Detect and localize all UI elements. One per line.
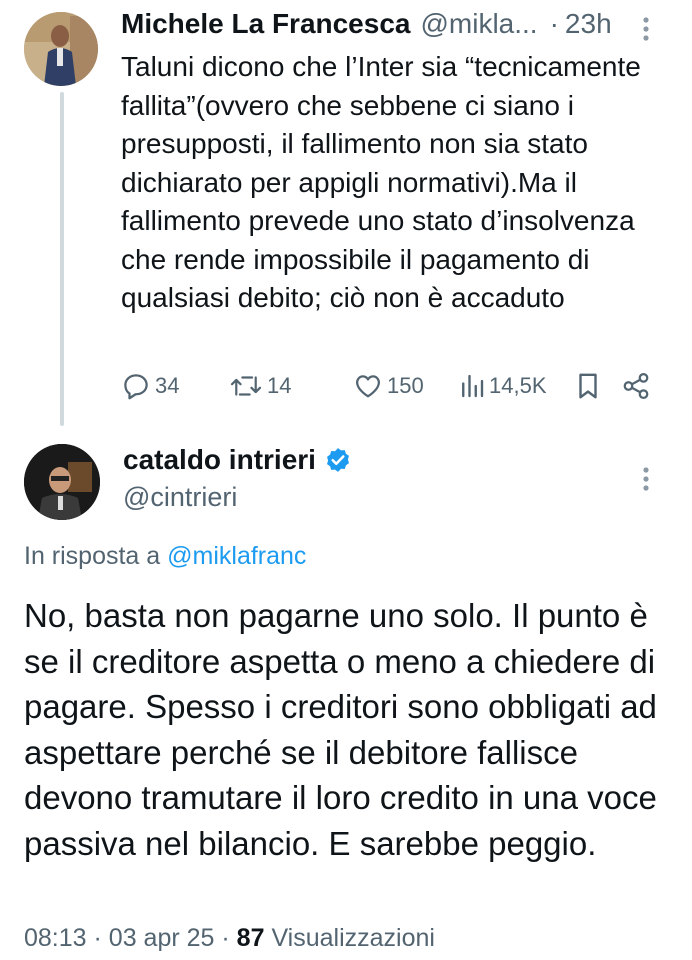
author-name[interactable]: cataldo intrieri [123,444,316,476]
parent-tweet[interactable]: Michele La Francesca @mikla... · 23h Tal… [0,0,692,430]
parent-header: Michele La Francesca @mikla... · 23h [121,8,656,48]
share-icon [623,373,649,399]
views-button[interactable]: 14,5K [459,368,547,404]
views-count: 87 [236,924,265,952]
avatar-image [24,444,100,520]
tweet-date[interactable]: 03 apr 25 [109,924,215,952]
like-button[interactable]: 150 [353,368,424,404]
avatar-michele[interactable] [24,12,98,86]
action-bar: 34 14 150 14,5K [121,368,661,404]
tweet-meta: 08:13 · 03 apr 25 · 87 Visualizzazioni [24,924,435,953]
verified-badge-icon [324,446,352,474]
separator-dot: · [221,924,230,952]
retweet-button[interactable]: 14 [229,368,291,404]
views-label: Visualizzazioni [271,924,435,952]
thread-line [60,92,64,426]
avatar-image [24,12,98,86]
reply-to-line: In risposta a @miklafranc [24,542,306,571]
separator-dot: · [93,924,102,952]
author-handle[interactable]: @mikla... [420,8,537,40]
bookmark-icon [579,373,597,399]
reply-icon [124,374,148,400]
reply-button[interactable]: 34 [121,368,179,404]
author-name[interactable]: Michele La Francesca [121,8,410,40]
bookmark-button[interactable] [575,368,601,404]
separator-dot: · [549,8,559,39]
heart-icon [356,375,380,398]
reply-count: 34 [155,373,180,398]
more-vertical-icon[interactable] [636,466,656,492]
views-count: 14,5K [489,373,547,398]
reply-tweet-text: No, basta non pagarne uno solo. Il punto… [24,597,657,862]
like-count: 150 [387,373,424,398]
more-vertical-icon[interactable] [636,16,656,42]
author-name-row: cataldo intrieri [123,444,352,476]
reply-tweet: cataldo intrieri @cintrieri In risposta … [0,430,692,960]
views-bar-chart-icon [462,374,484,398]
avatar-cataldo[interactable] [24,444,100,520]
retweet-count: 14 [267,373,292,398]
reply-to-mention-link[interactable]: @miklafranc [167,542,306,570]
parent-tweet-text: Taluni dicono che l’Inter sia “tecnicame… [121,51,641,313]
tweet-time[interactable]: 08:13 [24,924,87,952]
tweet-time[interactable]: 23h [565,8,612,40]
author-handle[interactable]: @cintrieri [123,482,237,513]
share-button[interactable] [621,368,651,404]
reply-to-prefix: In risposta a [24,542,161,570]
retweet-icon [230,376,262,396]
